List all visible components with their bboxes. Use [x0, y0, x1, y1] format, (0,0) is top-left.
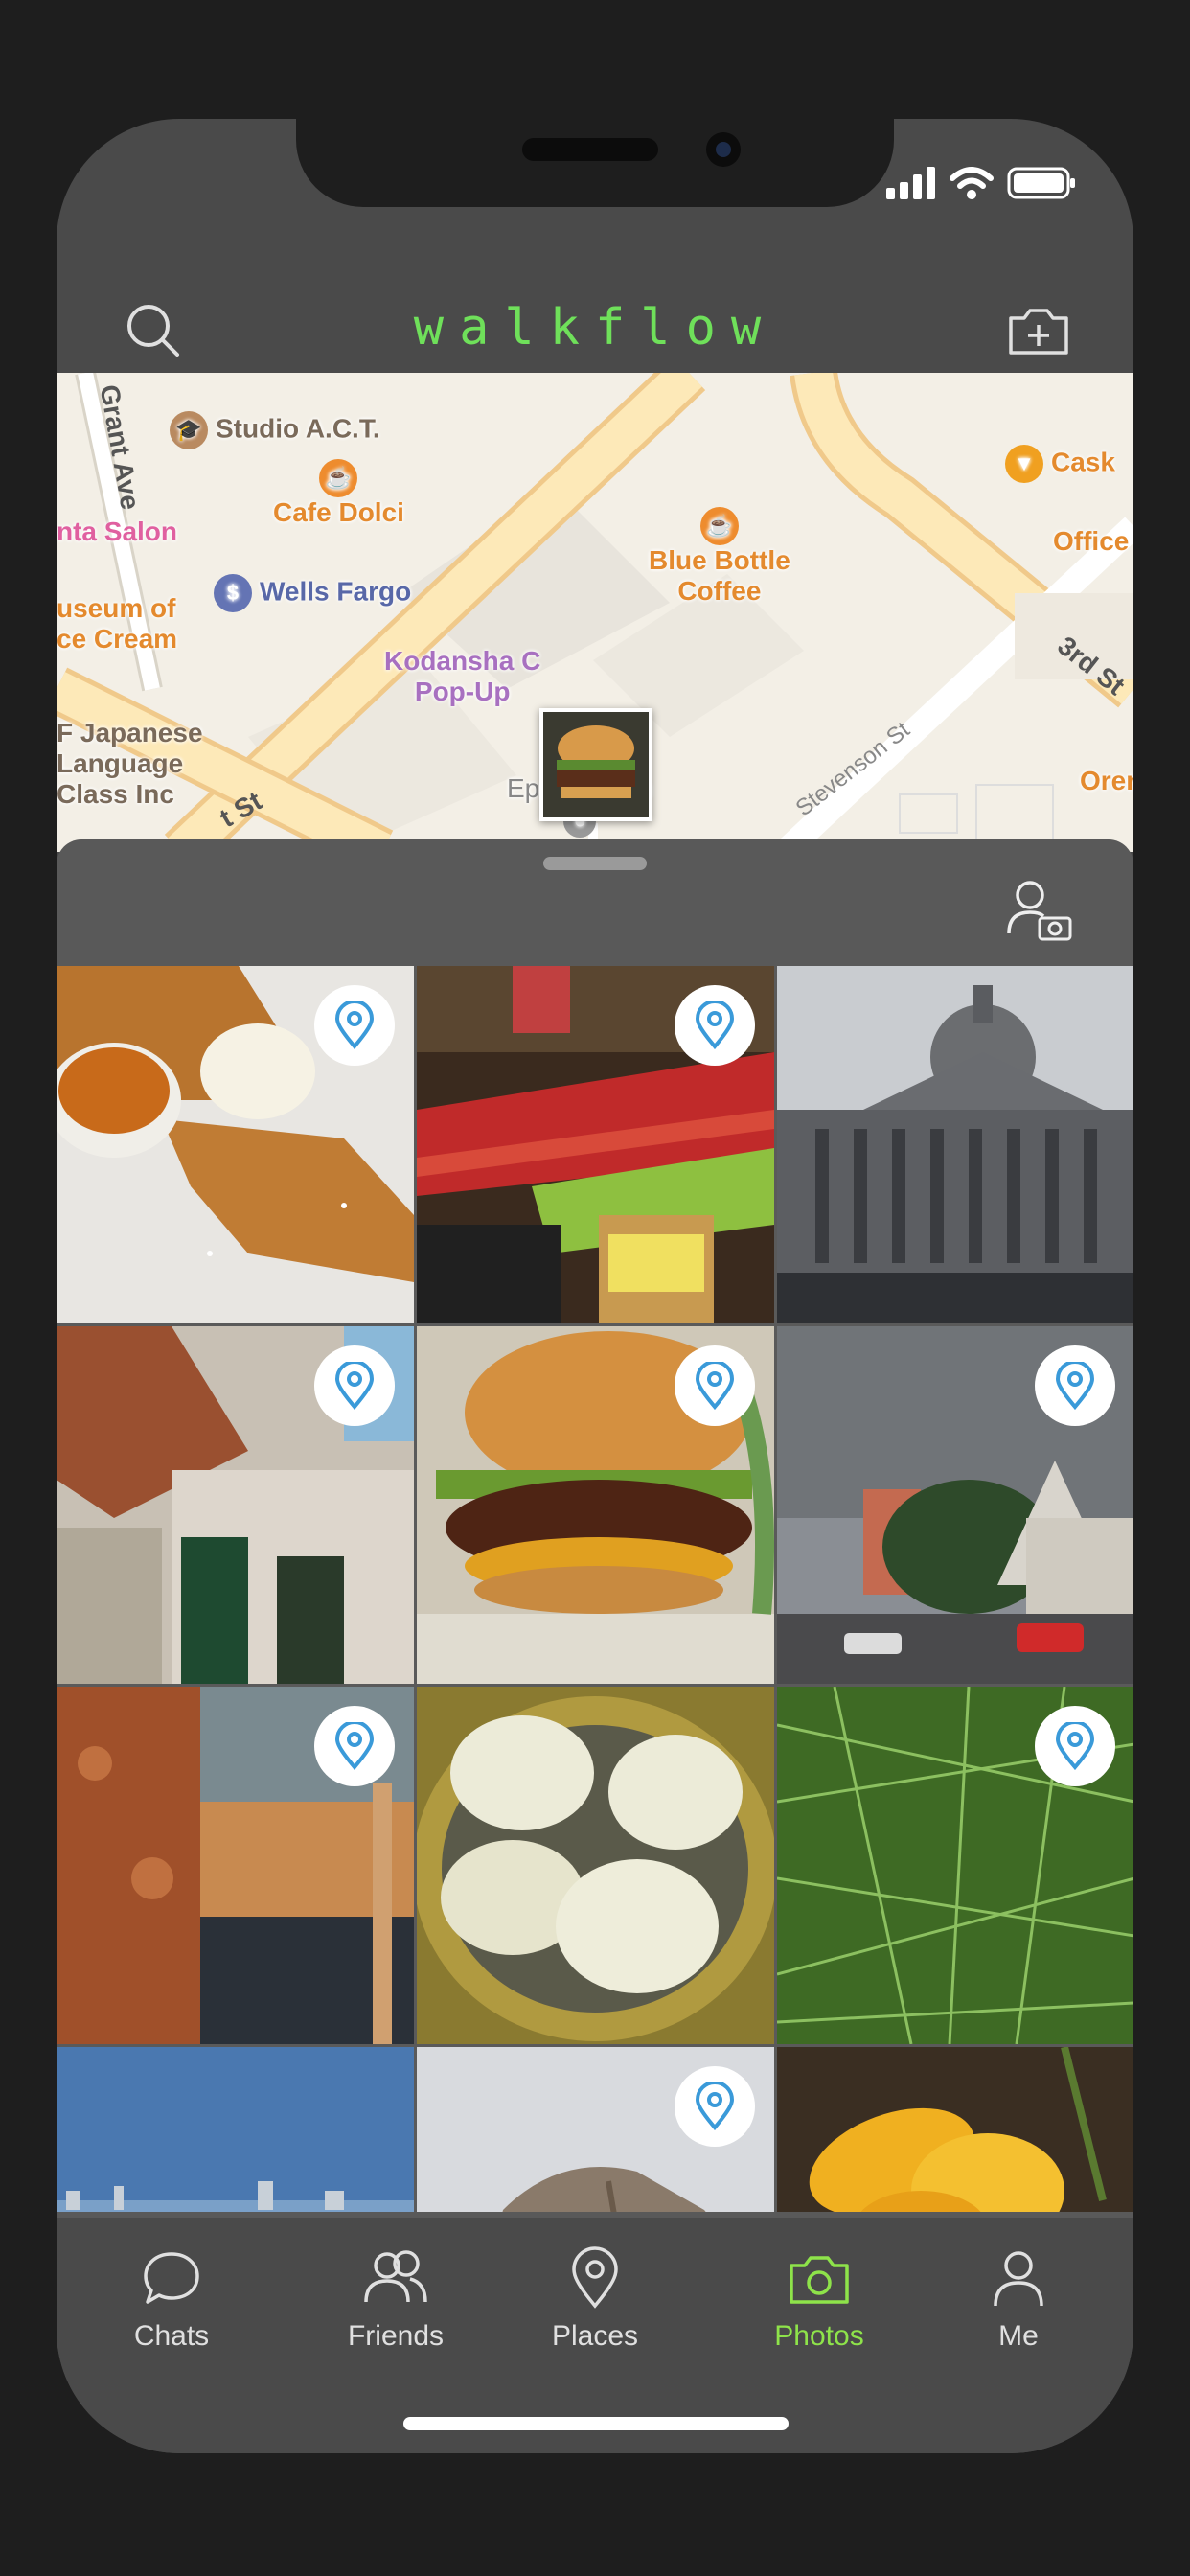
location-pin-icon	[695, 2082, 735, 2130]
location-pin-button[interactable]	[675, 2066, 755, 2147]
photo-thumbnail[interactable]	[417, 2047, 774, 2212]
add-photo-button[interactable]	[1005, 297, 1072, 364]
poi-studio-act[interactable]: 🎓 Studio A.C.T.	[170, 411, 380, 449]
city-hall-photo	[777, 966, 1133, 1323]
app-title: walkflow	[413, 299, 777, 356]
poi-label: Kodansha C Pop-Up	[384, 646, 541, 706]
sheet-grabber[interactable]	[543, 857, 647, 870]
person-camera-icon	[1007, 881, 1072, 941]
location-pin-icon	[334, 1722, 375, 1770]
cellular-signal-icon	[886, 167, 935, 199]
yellow-flower-photo	[777, 2047, 1133, 2212]
location-pin-icon	[1055, 1722, 1095, 1770]
battery-icon	[1007, 167, 1075, 199]
location-pin-button[interactable]	[314, 985, 395, 1066]
location-pin-button[interactable]	[314, 1346, 395, 1426]
poi-label: Studio A.C.T.	[216, 413, 380, 444]
location-pin-icon	[334, 1001, 375, 1049]
photo-thumbnail[interactable]	[57, 2047, 414, 2212]
burger-thumbnail	[543, 712, 649, 817]
poi-label: F Japanese Language Class Inc	[57, 718, 203, 809]
poi-wells-fargo[interactable]: $ Wells Fargo	[214, 574, 411, 612]
profile-photos-button[interactable]	[1005, 876, 1074, 943]
poi-cafe-dolci[interactable]: ☕ Cafe Dolci	[273, 459, 404, 528]
photo-thumbnail[interactable]	[777, 1687, 1133, 2044]
shopping-basket-icon: ▼	[1005, 445, 1043, 483]
status-bar	[886, 167, 1076, 199]
coffee-cup-icon: ☕	[319, 459, 358, 497]
location-pin-button[interactable]	[675, 985, 755, 1066]
photo-thumbnail[interactable]	[57, 1326, 414, 1684]
photo-thumbnail[interactable]	[417, 1326, 774, 1684]
photo-thumbnail[interactable]	[777, 1326, 1133, 1684]
tab-friends[interactable]: Friends	[300, 2246, 492, 2353]
tab-label: Photos	[774, 2320, 864, 2352]
camera-plus-icon	[1009, 309, 1068, 355]
home-indicator[interactable]	[403, 2417, 789, 2430]
location-pin-icon	[572, 2246, 618, 2309]
tab-label: Chats	[133, 2320, 210, 2352]
photo-thumbnail[interactable]	[417, 966, 774, 1323]
location-pin-button[interactable]	[314, 1706, 395, 1786]
poi-oren[interactable]: Oren	[1080, 766, 1133, 796]
map-photo-marker[interactable]	[539, 708, 652, 821]
poi-label: Cask	[1051, 447, 1115, 477]
poi-label: Office	[1053, 526, 1130, 556]
photo-thumbnail[interactable]	[57, 1687, 414, 2044]
poi-label: nta Salon	[57, 517, 178, 546]
photo-thumbnail[interactable]	[777, 2047, 1133, 2212]
photo-grid	[57, 966, 1133, 2212]
tab-me[interactable]: Me	[923, 2246, 1114, 2353]
poi-japanese-language-class[interactable]: F Japanese Language Class Inc	[57, 718, 203, 810]
friends-icon	[364, 2250, 427, 2303]
tab-label: Friends	[347, 2320, 445, 2352]
photos-sheet	[57, 840, 1133, 2296]
tab-label: Me	[998, 2320, 1039, 2352]
coffee-cup-icon: ☕	[699, 507, 739, 545]
person-icon	[994, 2251, 1043, 2307]
location-pin-button[interactable]	[675, 1346, 755, 1426]
location-pin-icon	[695, 1001, 735, 1049]
photo-thumbnail[interactable]	[417, 1687, 774, 2044]
poi-label: Wells Fargo	[260, 576, 412, 607]
location-pin-icon	[334, 1362, 375, 1410]
tab-places[interactable]: Places	[499, 2246, 691, 2353]
wifi-icon	[950, 167, 994, 199]
dumplings-photo	[417, 1687, 774, 2044]
poi-label: useum of ce Cream	[57, 593, 178, 654]
poi-salon[interactable]: nta Salon	[57, 517, 177, 547]
photo-thumbnail[interactable]	[777, 966, 1133, 1323]
graduation-cap-icon: 🎓	[170, 411, 208, 449]
location-pin-button[interactable]	[1035, 1346, 1115, 1426]
app-header: walkflow	[57, 272, 1133, 378]
poi-label: Blue Bottle Coffee	[649, 545, 790, 606]
location-pin-icon	[1055, 1362, 1095, 1410]
poi-blue-bottle-coffee[interactable]: ☕ Blue Bottle Coffee	[649, 507, 790, 607]
notch	[296, 119, 894, 207]
map-view[interactable]: Grant Ave 3rd St Stevenson St t St 🎓 Stud…	[57, 373, 1133, 852]
chat-bubble-icon	[144, 2252, 199, 2304]
poi-cask[interactable]: ▼ Cask	[1005, 445, 1115, 483]
poi-office[interactable]: Office	[1053, 526, 1129, 557]
tab-chats[interactable]: Chats	[76, 2246, 267, 2353]
speaker	[522, 138, 658, 161]
photo-thumbnail[interactable]	[57, 966, 414, 1323]
tab-photos[interactable]: Photos	[723, 2246, 915, 2353]
phone-frame: walkflow Grant Ave 3rd St Stevenson St t…	[57, 119, 1133, 2453]
location-pin-icon	[695, 1362, 735, 1410]
location-pin-button[interactable]	[1035, 1706, 1115, 1786]
camera-icon	[790, 2256, 849, 2304]
tab-label: Places	[551, 2320, 639, 2352]
poi-ice-cream-museum[interactable]: useum of ce Cream	[57, 593, 177, 655]
skyline-photo	[57, 2047, 414, 2212]
poi-label: Cafe Dolci	[273, 497, 404, 527]
front-camera	[706, 132, 741, 167]
poi-kodansha[interactable]: Kodansha C Pop-Up	[384, 646, 540, 707]
bank-icon: $	[214, 574, 252, 612]
poi-label: Oren	[1080, 766, 1133, 795]
